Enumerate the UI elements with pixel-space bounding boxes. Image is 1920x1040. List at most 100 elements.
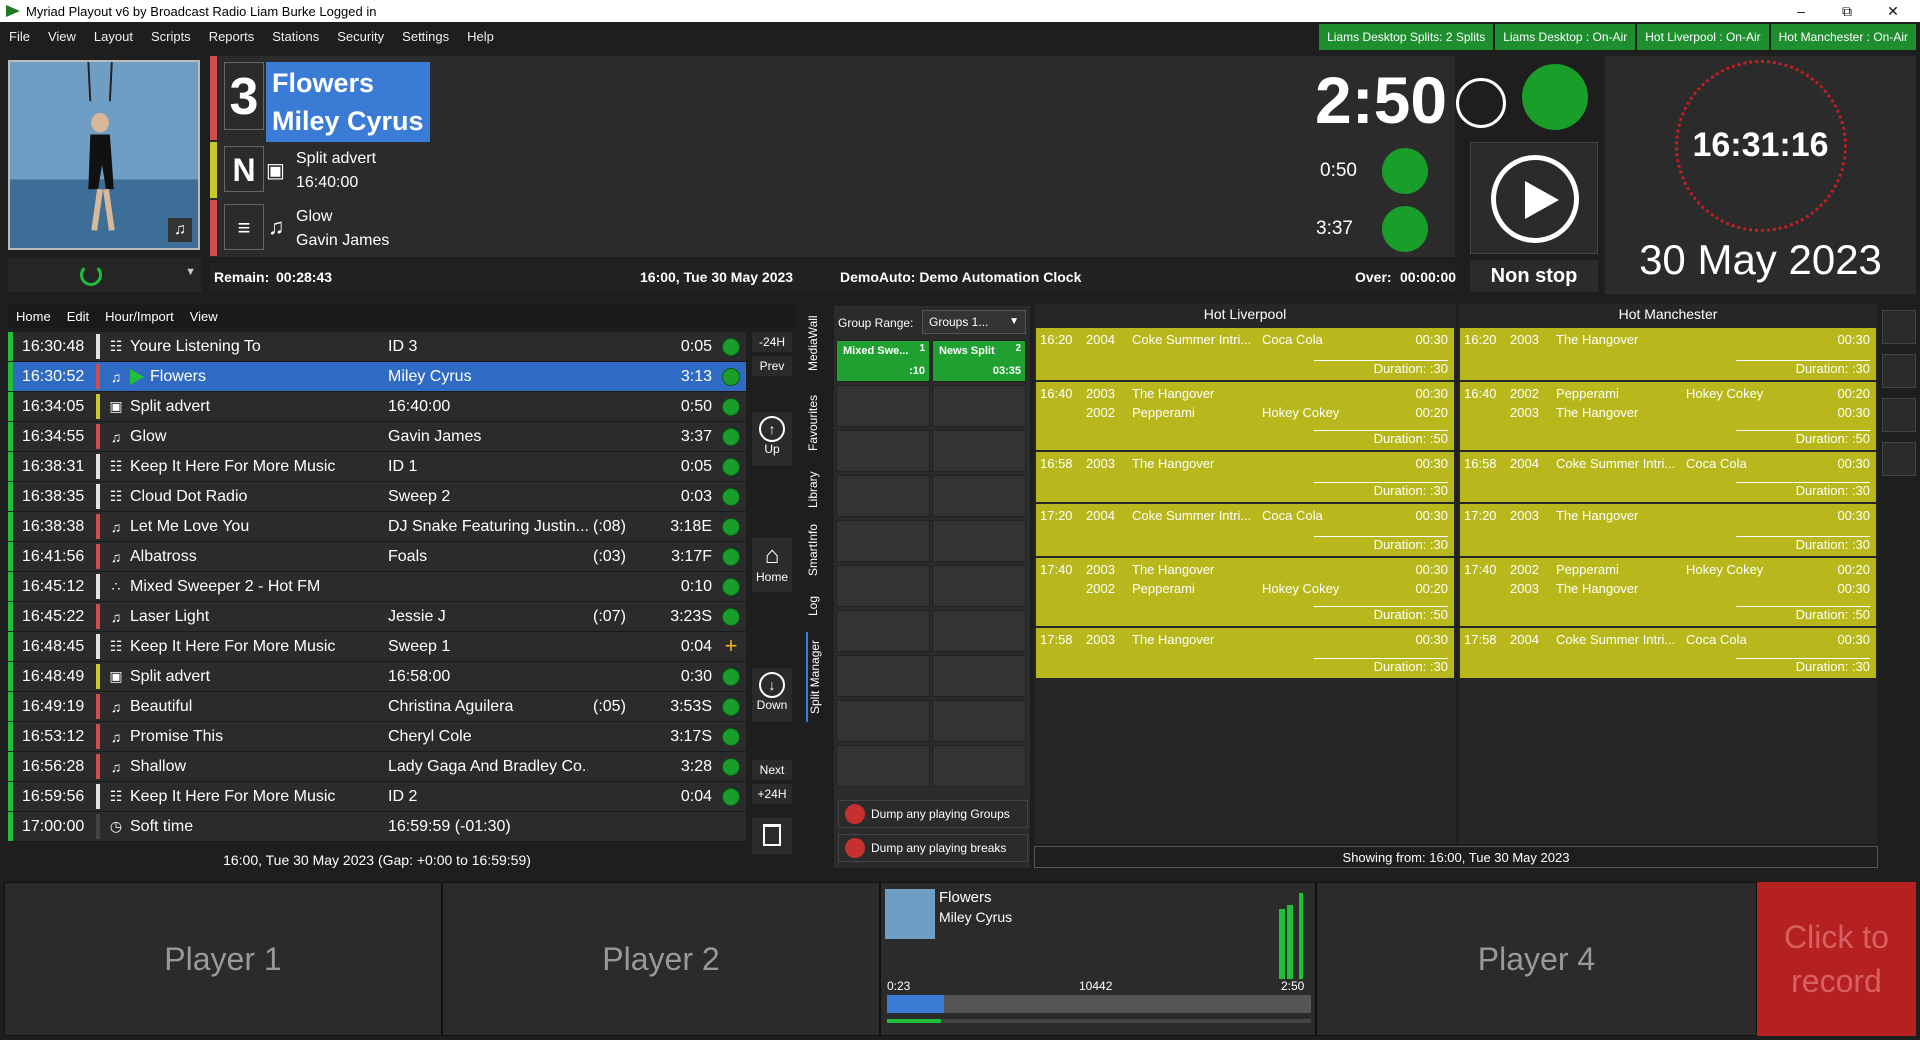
dump-groups-button[interactable]: Dump any playing Groups (838, 800, 1028, 828)
log-row[interactable]: 17:00:00 ◷ Soft time 16:59:59 (-01:30) (8, 812, 746, 842)
ad-break[interactable]: 17:40 2002 Pepperami Hokey Cokey 00:20 2003 Th… (1460, 558, 1876, 626)
dump-breaks-button[interactable]: Dump any playing breaks (838, 834, 1028, 862)
menu-help[interactable]: Help (458, 29, 503, 44)
plus-icon[interactable]: + (722, 635, 740, 657)
status-light[interactable] (722, 608, 740, 626)
tab-log[interactable]: Log (806, 590, 830, 622)
menu-settings[interactable]: Settings (393, 29, 458, 44)
split-group-cell[interactable]: News Split 2 03:35 (932, 340, 1026, 382)
split-group-cell[interactable] (932, 430, 1026, 472)
tab-favourites[interactable]: Favourites (806, 388, 830, 458)
status-light[interactable] (722, 548, 740, 566)
ad-break[interactable]: 16:40 2003 The Hangover 00:30 2002 Pepperami H… (1036, 382, 1454, 450)
log-menu-hour-import[interactable]: Hour/Import (97, 309, 182, 324)
menu-file[interactable]: File (0, 29, 39, 44)
player-1[interactable]: Player 1 (4, 882, 442, 1036)
ad-break[interactable]: 17:58 2003 The Hangover 00:30 Duration: :30 (1036, 628, 1454, 678)
menu-layout[interactable]: Layout (85, 29, 142, 44)
split-group-cell[interactable] (836, 745, 930, 787)
status-light[interactable] (722, 428, 740, 446)
log-row[interactable]: 16:38:35 ☷ Cloud Dot Radio Sweep 2 0:03 (8, 482, 746, 512)
menu-reports[interactable]: Reports (200, 29, 264, 44)
close-icon[interactable]: ✕ (1870, 0, 1916, 22)
arrow-up-icon[interactable] (1882, 310, 1916, 344)
arrow-down-icon[interactable] (1882, 442, 1916, 476)
log-row[interactable]: 16:34:05 ▣ Split advert 16:40:00 0:50 (8, 392, 746, 422)
status-light[interactable] (722, 368, 740, 386)
log-row[interactable]: 16:45:22 ♫ Laser Light Jessie J (:07) 3:23S (8, 602, 746, 632)
status-light[interactable] (722, 668, 740, 686)
status-light[interactable] (722, 458, 740, 476)
log-row[interactable]: 16:53:12 ♫ Promise This Cheryl Cole 3:17S (8, 722, 746, 752)
log-row[interactable]: 16:45:12 ∴ Mixed Sweeper 2 - Hot FM 0:10 (8, 572, 746, 602)
ad-break[interactable]: 16:20 2004 Coke Summer Intri... Coca Cola 00… (1036, 328, 1454, 380)
tab-smartinfo[interactable]: SmartInfo (806, 518, 830, 582)
ad-break[interactable]: 17:20 2003 The Hangover 00:30 Duration: :30 (1460, 504, 1876, 556)
log-row[interactable]: 16:30:52 ♫ Flowers Miley Cyrus 3:13 (8, 362, 746, 392)
next-button[interactable]: Next (752, 760, 792, 780)
after-marker[interactable]: ≡ (224, 204, 264, 250)
log-row[interactable]: 16:48:49 ▣ Split advert 16:58:00 0:30 (8, 662, 746, 692)
home-button[interactable]: ⌂ Home (752, 538, 792, 592)
split-group-cell[interactable] (836, 610, 930, 652)
status-splits-button[interactable]: Liams Desktop Splits: 2 Splits (1319, 24, 1494, 50)
status-light[interactable] (722, 488, 740, 506)
split-group-cell[interactable] (836, 565, 930, 607)
status-light[interactable] (722, 398, 740, 416)
menu-stations[interactable]: Stations (263, 29, 328, 44)
split-group-cell[interactable] (932, 385, 1026, 427)
player-progress-track[interactable] (887, 995, 1311, 1013)
split-group-cell[interactable] (836, 475, 930, 517)
split-group-cell[interactable] (836, 520, 930, 562)
up-button[interactable]: ↑ Up (752, 412, 792, 466)
ad-break[interactable]: 17:58 2004 Coke Summer Intri... Coca Cola 00… (1460, 628, 1876, 678)
log-menu-view[interactable]: View (182, 309, 226, 324)
split-group-cell[interactable] (932, 565, 1026, 607)
status-light[interactable] (722, 698, 740, 716)
play-button[interactable] (1470, 142, 1598, 254)
status-light[interactable] (722, 758, 740, 776)
status-light[interactable] (722, 728, 740, 746)
status-light[interactable] (722, 338, 740, 356)
down-button[interactable]: ↓ Down (752, 668, 792, 722)
split-group-cell[interactable] (932, 700, 1026, 742)
ad-break[interactable]: 17:40 2003 The Hangover 00:30 2002 Pepperami H… (1036, 558, 1454, 626)
ad-break[interactable]: 16:20 2003 The Hangover 00:30 Duration: :30 (1460, 328, 1876, 380)
log-row[interactable]: 16:59:56 ☷ Keep It Here For More Music ID 2… (8, 782, 746, 812)
power-control[interactable]: ▼ (8, 258, 202, 292)
prev-button[interactable]: Prev (752, 356, 792, 376)
player-3[interactable]: Flowers Miley Cyrus 0:23 10442 2:50 (880, 882, 1316, 1036)
next-marker[interactable]: N (224, 146, 264, 192)
status-light[interactable] (722, 788, 740, 806)
split-group-cell[interactable] (836, 430, 930, 472)
log-row[interactable]: 16:41:56 ♫ Albatross Foals (:03) 3:17F (8, 542, 746, 572)
split-group-cell[interactable] (836, 700, 930, 742)
tab-split-manager[interactable]: Split Manager (806, 632, 830, 722)
status-light[interactable] (722, 518, 740, 536)
log-row[interactable]: 16:30:48 ☷ Youre Listening To ID 3 0:05 (8, 332, 746, 362)
timer-mode-icon[interactable] (1456, 78, 1506, 128)
log-row[interactable]: 16:38:31 ☷ Keep It Here For More Music ID 1… (8, 452, 746, 482)
player-2[interactable]: Player 2 (442, 882, 880, 1036)
log-row[interactable]: 16:38:38 ♫ Let Me Love You DJ Snake Featuri… (8, 512, 746, 542)
home-icon[interactable] (1882, 354, 1916, 388)
split-group-cell[interactable] (836, 385, 930, 427)
advert-icon[interactable] (1882, 398, 1916, 432)
menu-scripts[interactable]: Scripts (142, 29, 200, 44)
log-row[interactable]: 16:49:19 ♫ Beautiful Christina Aguilera (:05… (8, 692, 746, 722)
tab-library[interactable]: Library (806, 466, 830, 514)
log-menu-home[interactable]: Home (8, 309, 59, 324)
mode-button[interactable]: Non stop (1470, 260, 1598, 292)
plus-24h-button[interactable]: +24H (752, 784, 792, 804)
current-status-light[interactable] (1522, 64, 1588, 130)
ad-break[interactable]: 16:40 2002 Pepperami Hokey Cokey 00:20 2003 Th… (1460, 382, 1876, 450)
status-desktop-button[interactable]: Liams Desktop : On-Air (1495, 24, 1636, 50)
menu-view[interactable]: View (39, 29, 85, 44)
split-group-cell[interactable] (932, 610, 1026, 652)
status-light[interactable] (722, 578, 740, 596)
next-status-light[interactable] (1382, 148, 1428, 194)
player-volume-track[interactable] (887, 1019, 1311, 1023)
menu-security[interactable]: Security (328, 29, 393, 44)
split-group-cell[interactable]: Mixed Swe... 1:10 (836, 340, 930, 382)
split-group-cell[interactable] (836, 655, 930, 697)
